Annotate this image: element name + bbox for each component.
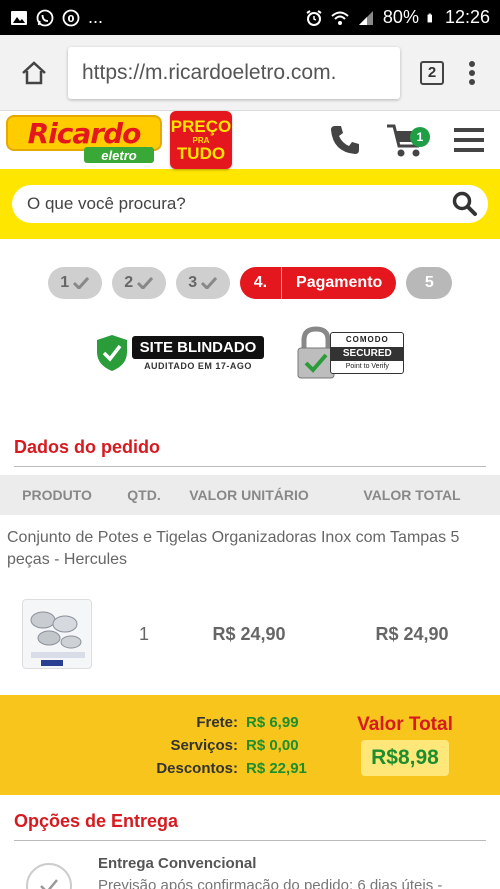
check-icon	[73, 277, 90, 289]
address-bar[interactable]: https://m.ricardoeletro.com.	[68, 46, 400, 99]
product-image	[30, 611, 85, 666]
tabs-button[interactable]: 2	[410, 49, 454, 97]
product-quantity: 1	[138, 623, 149, 644]
browser-menu-button[interactable]	[454, 49, 490, 97]
order-totals: Frete: R$ 6,99 Serviços: R$ 0,00 Descont…	[0, 695, 500, 795]
servicos-label: Serviços:	[170, 736, 238, 754]
svg-text:0: 0	[68, 14, 75, 25]
logo-subtitle: eletro	[84, 147, 154, 163]
descontos-label: Descontos:	[156, 759, 238, 777]
check-icon	[137, 277, 154, 289]
step-1[interactable]: 1	[47, 267, 102, 299]
col-valor-total: VALOR TOTAL	[363, 487, 461, 503]
home-icon	[22, 60, 46, 84]
security-seals: SITE BLINDADO AUDITADO EM 17-AGO COMODO …	[0, 321, 500, 385]
step-number: 4.	[253, 274, 268, 291]
step-3[interactable]: 3	[175, 267, 230, 299]
unit-price: R$ 24,90	[212, 623, 286, 644]
search-band: O que você procura?	[0, 169, 500, 239]
delivery-option[interactable]: Entrega Convencional Previsão após confi…	[0, 855, 500, 889]
cart-count-badge: 1	[410, 127, 430, 147]
frete-label: Frete:	[196, 713, 238, 731]
comodo-secured-seal[interactable]: COMODO SECURED Point to Verify	[296, 326, 405, 380]
alarm-icon	[306, 9, 322, 26]
clock: 12:26	[444, 7, 490, 27]
step-label: Pagamento	[296, 274, 383, 291]
battery-percent: 80%	[382, 7, 419, 27]
descontos-value: R$ 22,91	[246, 759, 307, 777]
comodo-secured: SECURED	[331, 347, 404, 361]
order-table-header: PRODUTO QTD. VALOR UNITÁRIO VALOR TOTAL	[0, 475, 500, 515]
checkout-steps: 1 2 3 4. Pagamento 5	[0, 267, 500, 299]
col-qtd: QTD.	[127, 487, 161, 503]
search-icon[interactable]	[452, 191, 478, 217]
delivery-option-desc: Previsão após confirmação do pedido: 6 d…	[98, 877, 443, 889]
blindado-title: SITE BLINDADO	[131, 335, 265, 359]
step-2[interactable]: 2	[111, 267, 166, 299]
whatsapp-icon	[36, 9, 54, 26]
cart-button[interactable]: 1	[386, 121, 430, 159]
step-5: 5	[406, 267, 453, 299]
comodo-brand: COMODO	[345, 335, 389, 344]
product-thumbnail[interactable]	[22, 599, 92, 669]
divider	[14, 466, 486, 467]
shield-check-icon	[96, 335, 127, 371]
wifi-icon	[331, 11, 349, 25]
search-input[interactable]: O que você procura?	[12, 185, 488, 223]
promo-line-3: TUDO	[176, 143, 226, 163]
ricardo-eletro-logo[interactable]: Ricardo eletro	[6, 115, 162, 165]
step-number: 3	[188, 274, 198, 291]
grand-total-value: R$8,98	[361, 740, 449, 776]
preco-pra-tudo-badge[interactable]: PREÇO PRA TUDO	[170, 111, 232, 169]
grand-total-label: Valor Total	[357, 714, 453, 735]
image-icon	[11, 10, 27, 25]
check-icon	[40, 879, 58, 889]
circle-badge-icon: 0	[62, 9, 80, 26]
tab-count: 2	[420, 60, 444, 85]
delivery-option-name: Entrega Convencional	[98, 855, 257, 872]
browser-toolbar: https://m.ricardoeletro.com. 2	[0, 35, 500, 111]
promo-line-1: PREÇO	[170, 116, 232, 136]
home-button[interactable]	[10, 49, 58, 97]
hamburger-menu-icon[interactable]	[454, 127, 484, 153]
logo-wordmark: Ricardo	[6, 115, 162, 151]
status-bar: 0 ... 80% 12:26	[0, 0, 500, 35]
battery-icon	[427, 13, 432, 22]
blindado-subtitle: AUDITADO EM 17-AGO	[144, 360, 252, 371]
step-number: 2	[124, 274, 134, 291]
line-total: R$ 24,90	[375, 623, 449, 644]
delivery-section-title: Opções de Entrega	[14, 811, 179, 831]
step-number: 1	[60, 274, 70, 291]
check-icon	[201, 277, 218, 289]
more-notifications: ...	[88, 7, 104, 27]
step-4-current: 4. Pagamento	[239, 267, 397, 299]
frete-value: R$ 6,99	[246, 713, 299, 731]
product-name[interactable]: Conjunto de Potes e Tigelas Organizadora…	[0, 527, 500, 571]
order-section-title: Dados do pedido	[14, 437, 160, 457]
table-row: 1 R$ 24,90 R$ 24,90	[0, 593, 500, 675]
phone-icon[interactable]	[328, 123, 362, 157]
more-vert-icon	[469, 60, 475, 85]
col-valor-unitario: VALOR UNITÁRIO	[189, 487, 309, 503]
servicos-value: R$ 0,00	[246, 736, 299, 754]
step-number: 5	[424, 274, 434, 291]
signal-icon	[358, 10, 373, 25]
search-placeholder: O que você procura?	[27, 194, 186, 213]
site-blindado-seal[interactable]: SITE BLINDADO AUDITADO EM 17-AGO	[96, 334, 265, 372]
step-divider	[281, 267, 283, 299]
delivery-option-radio[interactable]	[26, 863, 72, 889]
divider	[14, 840, 486, 841]
site-header: Ricardo eletro PREÇO PRA TUDO 1	[0, 111, 500, 169]
url-text: https://m.ricardoeletro.com.	[82, 60, 337, 84]
col-produto: PRODUTO	[22, 487, 92, 503]
comodo-verify: Point to Verify	[345, 363, 389, 370]
